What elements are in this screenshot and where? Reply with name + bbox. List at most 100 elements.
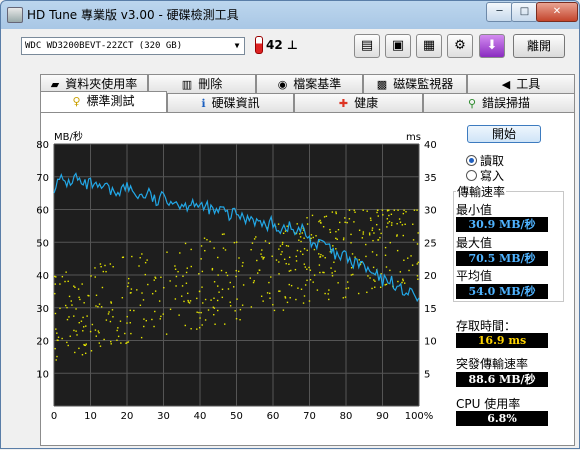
access-time-point (299, 236, 302, 238)
access-time-point (373, 232, 375, 234)
access-time-point (376, 254, 378, 256)
access-time-point (200, 245, 203, 247)
access-time-point (120, 342, 122, 344)
access-time-point (331, 275, 334, 277)
access-time-point (89, 330, 92, 333)
access-time-point (125, 342, 127, 345)
access-time-point (174, 298, 177, 300)
access-time-point (207, 309, 210, 311)
access-time-point (313, 274, 316, 276)
access-time-point (116, 339, 118, 341)
y-tick-label: 60 (36, 206, 49, 217)
access-time-point (402, 212, 405, 215)
access-time-point (160, 315, 162, 318)
access-time-point (59, 307, 61, 310)
access-time-point (324, 257, 326, 259)
access-time-point (396, 223, 398, 225)
x-tick-label: 90 (376, 411, 389, 422)
access-time-point (130, 288, 133, 290)
access-time-point (55, 276, 57, 278)
access-time-point (130, 332, 132, 335)
access-time-point (348, 209, 351, 211)
x-tick-label: 20 (121, 411, 134, 422)
access-time-point (68, 295, 71, 298)
access-time-point (83, 302, 85, 304)
access-time-point (324, 292, 326, 295)
access-time-point (235, 241, 238, 243)
access-time-point (328, 289, 330, 291)
access-time-point (82, 330, 84, 332)
access-time-point (322, 255, 324, 257)
access-time-point (377, 209, 379, 211)
access-time-point (213, 281, 216, 283)
tab-bulb[interactable]: ♀ 標準測試 (40, 91, 167, 112)
access-time-point (288, 270, 291, 272)
access-time-point (405, 211, 407, 213)
access-time-point (350, 233, 352, 236)
access-time-point (174, 265, 176, 267)
access-time-point (350, 242, 352, 244)
access-time-point (117, 335, 120, 338)
x-tick-label: 80 (340, 411, 353, 422)
burst-rate-value: 88.6 MB/秒 (456, 372, 548, 387)
access-time-point (367, 275, 369, 277)
read-radio-dot[interactable] (466, 155, 477, 166)
access-time-point (100, 266, 102, 268)
access-time-point (380, 232, 382, 235)
access-time-point (334, 270, 336, 272)
access-time-point (303, 263, 306, 265)
access-time-point (73, 329, 75, 332)
y2-tick-label: 10 (424, 337, 437, 348)
access-time-point (107, 313, 110, 315)
cpu-usage-value: 6.8% (456, 411, 548, 426)
access-time-point (281, 241, 284, 244)
access-time-point (217, 309, 219, 312)
access-time-point (283, 258, 286, 260)
access-time-point (234, 310, 236, 312)
access-time-point (105, 270, 107, 273)
x-tick-label: 70 (303, 411, 316, 422)
access-time-point (66, 306, 68, 309)
access-time-point (54, 347, 56, 350)
access-time-point (268, 281, 270, 284)
access-time-point (68, 316, 70, 318)
access-time-point (116, 329, 118, 332)
start-button[interactable]: 開始 (467, 125, 541, 143)
access-time-point (403, 259, 405, 261)
access-time-point (374, 280, 376, 282)
access-time-point (82, 316, 84, 319)
access-time-point (147, 283, 149, 286)
access-time-point (218, 291, 220, 293)
access-time-point (84, 344, 87, 347)
access-time-point (309, 279, 312, 281)
access-time-point (146, 259, 148, 261)
access-time-point (280, 253, 282, 256)
access-time-point (277, 223, 280, 225)
access-time-point (377, 239, 379, 241)
access-time-point (174, 268, 177, 270)
access-time-point (273, 309, 276, 312)
write-radio[interactable]: 寫入 (466, 167, 504, 184)
access-time-point (251, 242, 254, 244)
access-time-point (121, 256, 124, 259)
access-time-point (390, 224, 393, 226)
access-time-point (79, 298, 81, 301)
avg-rate-value: 54.0 MB/秒 (456, 284, 548, 299)
write-radio-dot[interactable] (466, 170, 477, 181)
access-time-point (335, 230, 337, 233)
access-time-point (153, 279, 155, 281)
access-time-point (143, 325, 145, 328)
access-time-point (290, 269, 292, 272)
access-time-point (416, 209, 418, 211)
access-time-point (281, 251, 283, 253)
x-tick-label: 100% (405, 411, 434, 422)
access-time-point (202, 302, 204, 304)
access-time-point (372, 266, 375, 269)
access-time-point (162, 313, 164, 315)
access-time-point (333, 261, 335, 263)
access-time-point (94, 276, 96, 278)
access-time-point (81, 354, 84, 356)
access-time-point (384, 246, 387, 249)
access-time-point (183, 300, 185, 303)
access-time-point (331, 211, 334, 213)
